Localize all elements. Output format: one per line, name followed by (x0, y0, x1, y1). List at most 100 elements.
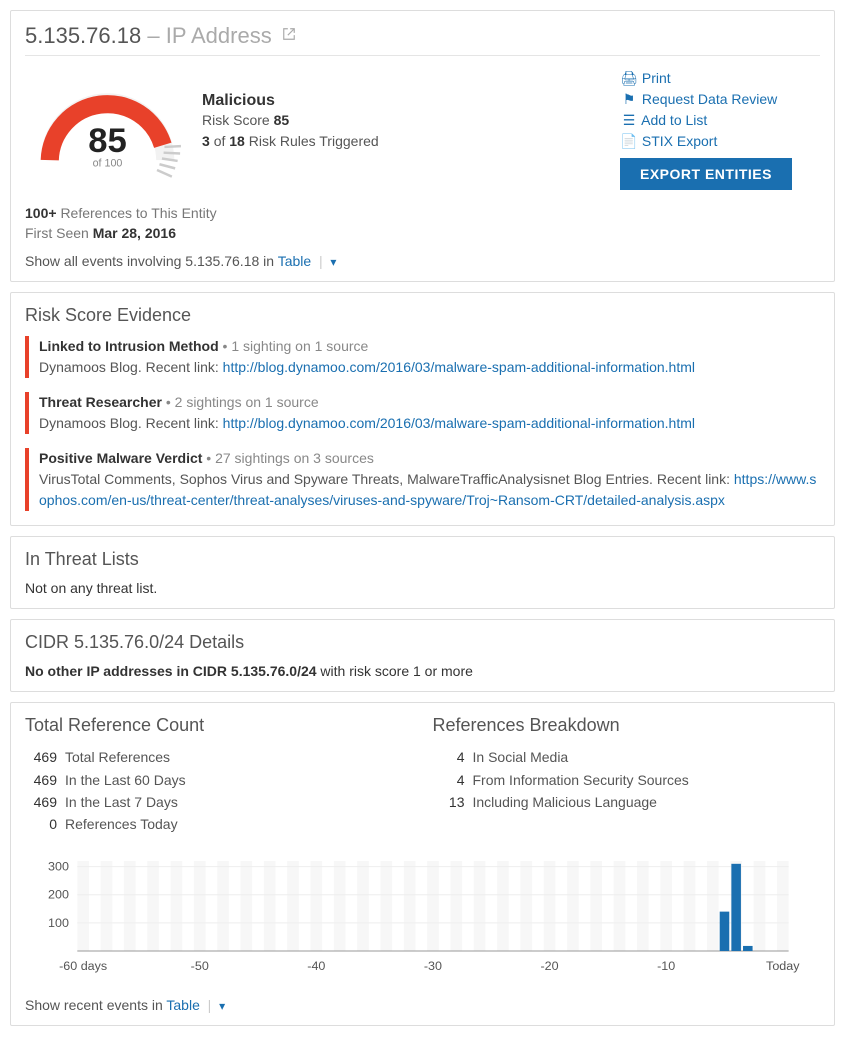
stat-num: 4 (433, 769, 465, 791)
stat-row: 0 References Today (25, 813, 413, 835)
stat-row: 4 From Information Security Sources (433, 769, 821, 791)
stat-label: References Today (65, 813, 178, 835)
risk-metadata: Malicious Risk Score 85 3 of 18 Risk Rul… (202, 68, 608, 152)
add-to-list-link[interactable]: ☰ Add to List (620, 110, 820, 131)
cidr-body: No other IP addresses in CIDR 5.135.76.0… (25, 663, 820, 679)
svg-text:200: 200 (48, 888, 69, 902)
chevron-down-icon[interactable]: ▾ (330, 255, 336, 269)
stat-row: 469 In the Last 7 Days (25, 791, 413, 813)
refs-count: 100+ (25, 205, 57, 221)
stat-num: 4 (433, 746, 465, 768)
stat-label: In Social Media (473, 746, 569, 768)
stat-label: In the Last 7 Days (65, 791, 178, 813)
evidence-link-1[interactable]: http://blog.dynamoo.com/2016/03/malware-… (223, 415, 695, 431)
evidence-sightings-1: 2 sightings on 1 source (175, 394, 319, 410)
show-recent-prefix: Show recent events in (25, 997, 163, 1013)
risk-gauge: 85 of 100 (25, 68, 190, 181)
stat-num: 0 (25, 813, 57, 835)
reference-chart: 100200300-60 days-50-40-30-20-10Today (25, 856, 820, 979)
header-card: 5.135.76.18 – IP Address 85 of 100 (10, 10, 835, 282)
evidence-card: Risk Score Evidence Linked to Intrusion … (10, 292, 835, 526)
stat-num: 469 (25, 746, 57, 768)
list-icon: ☰ (620, 110, 638, 131)
print-icon: 🖨 (620, 68, 638, 89)
page-title: 5.135.76.18 – IP Address (25, 23, 820, 56)
svg-text:-50: -50 (191, 959, 209, 973)
references-breakdown: References Breakdown 4 In Social Media 4F… (433, 715, 821, 836)
evidence-item: Linked to Intrusion Method • 1 sighting … (25, 336, 820, 378)
cidr-title: CIDR 5.135.76.0/24 Details (25, 632, 820, 653)
threat-lists-body: Not on any threat list. (25, 580, 820, 596)
svg-text:-10: -10 (657, 959, 675, 973)
threat-lists-title: In Threat Lists (25, 549, 820, 570)
request-review-link[interactable]: ⚑ Request Data Review (620, 89, 820, 110)
total-reference-count: Total Reference Count 469 Total Reference… (25, 715, 413, 836)
left-title: Total Reference Count (25, 715, 413, 736)
stix-export-link[interactable]: 📄 STIX Export (620, 131, 820, 152)
flag-icon: ⚑ (620, 89, 638, 110)
risk-label: Malicious (202, 92, 608, 110)
external-link-icon[interactable] (282, 27, 296, 46)
stat-label: From Information Security Sources (473, 769, 689, 791)
show-recent-link[interactable]: Table (166, 997, 199, 1013)
threat-lists-card: In Threat Lists Not on any threat list. (10, 536, 835, 609)
reference-summary: 100+ References to This Entity First See… (25, 204, 820, 243)
stat-row: 13 Including Malicious Language (433, 791, 821, 813)
refs-label: References to This Entity (60, 205, 216, 221)
evidence-title-1: Threat Researcher (39, 394, 162, 410)
evidence-link-0[interactable]: http://blog.dynamoo.com/2016/03/malware-… (223, 359, 695, 375)
svg-text:Today: Today (766, 959, 800, 973)
svg-text:-40: -40 (307, 959, 325, 973)
evidence-source-1: Dynamoos Blog. Recent link: (39, 415, 219, 431)
evidence-item: Positive Malware Verdict • 27 sightings … (25, 448, 820, 511)
show-events-link[interactable]: Table (278, 253, 311, 269)
risk-score-value: 85 (274, 112, 290, 128)
stat-row: 469 In the Last 60 Days (25, 769, 413, 791)
stat-num: 469 (25, 791, 57, 813)
cidr-card: CIDR 5.135.76.0/24 Details No other IP a… (10, 619, 835, 692)
first-seen-value: Mar 28, 2016 (93, 225, 176, 241)
right-title: References Breakdown (433, 715, 821, 736)
evidence-item: Threat Researcher • 2 sightings on 1 sou… (25, 392, 820, 434)
stat-label: Total References (65, 746, 170, 768)
add-to-list-label: Add to List (641, 112, 707, 128)
evidence-title-2: Positive Malware Verdict (39, 450, 202, 466)
request-review-label: Request Data Review (642, 91, 777, 107)
print-label: Print (642, 70, 671, 86)
chevron-down-icon[interactable]: ▾ (219, 999, 225, 1013)
gauge-score: 85 (88, 122, 127, 160)
stat-row: 469 Total References (25, 746, 413, 768)
evidence-source-0: Dynamoos Blog. Recent link: (39, 359, 219, 375)
export-entities-button[interactable]: EXPORT ENTITIES (620, 158, 792, 190)
first-seen-label: First Seen (25, 225, 89, 241)
ip-address: 5.135.76.18 (25, 23, 141, 48)
svg-text:-60 days: -60 days (59, 959, 107, 973)
cidr-body-rest: with risk score 1 or more (317, 663, 473, 679)
stat-num: 469 (25, 769, 57, 791)
evidence-title: Risk Score Evidence (25, 305, 820, 326)
svg-text:300: 300 (48, 860, 69, 874)
risk-score-label: Risk Score (202, 112, 270, 128)
header-actions: 🖨 Print ⚑ Request Data Review ☰ Add to L… (620, 68, 820, 190)
show-events-prefix: Show all events involving 5.135.76.18 in (25, 253, 274, 269)
stat-row: 4 In Social Media (433, 746, 821, 768)
stat-label: In the Last 60 Days (65, 769, 186, 791)
ip-suffix: – IP Address (147, 23, 271, 48)
evidence-sightings-0: 1 sighting on 1 source (231, 338, 368, 354)
stat-num: 13 (433, 791, 465, 813)
stat-label: Including Malicious Language (473, 791, 657, 813)
show-recent-row: Show recent events in Table | ▾ (25, 997, 820, 1013)
print-link[interactable]: 🖨 Print (620, 68, 820, 89)
svg-text:-30: -30 (424, 959, 442, 973)
show-events-row: Show all events involving 5.135.76.18 in… (25, 253, 820, 269)
evidence-sightings-2: 27 sightings on 3 sources (215, 450, 374, 466)
gauge-of: of 100 (93, 158, 123, 170)
evidence-title-0: Linked to Intrusion Method (39, 338, 219, 354)
references-card: Total Reference Count 469 Total Reference… (10, 702, 835, 1026)
file-icon: 📄 (620, 131, 638, 152)
rules-total: 18 (229, 133, 245, 149)
rules-of-word: of (214, 133, 226, 149)
evidence-source-2: VirusTotal Comments, Sophos Virus and Sp… (39, 471, 730, 487)
rules-triggered-count: 3 (202, 133, 210, 149)
cidr-body-bold: No other IP addresses in CIDR 5.135.76.0… (25, 663, 317, 679)
